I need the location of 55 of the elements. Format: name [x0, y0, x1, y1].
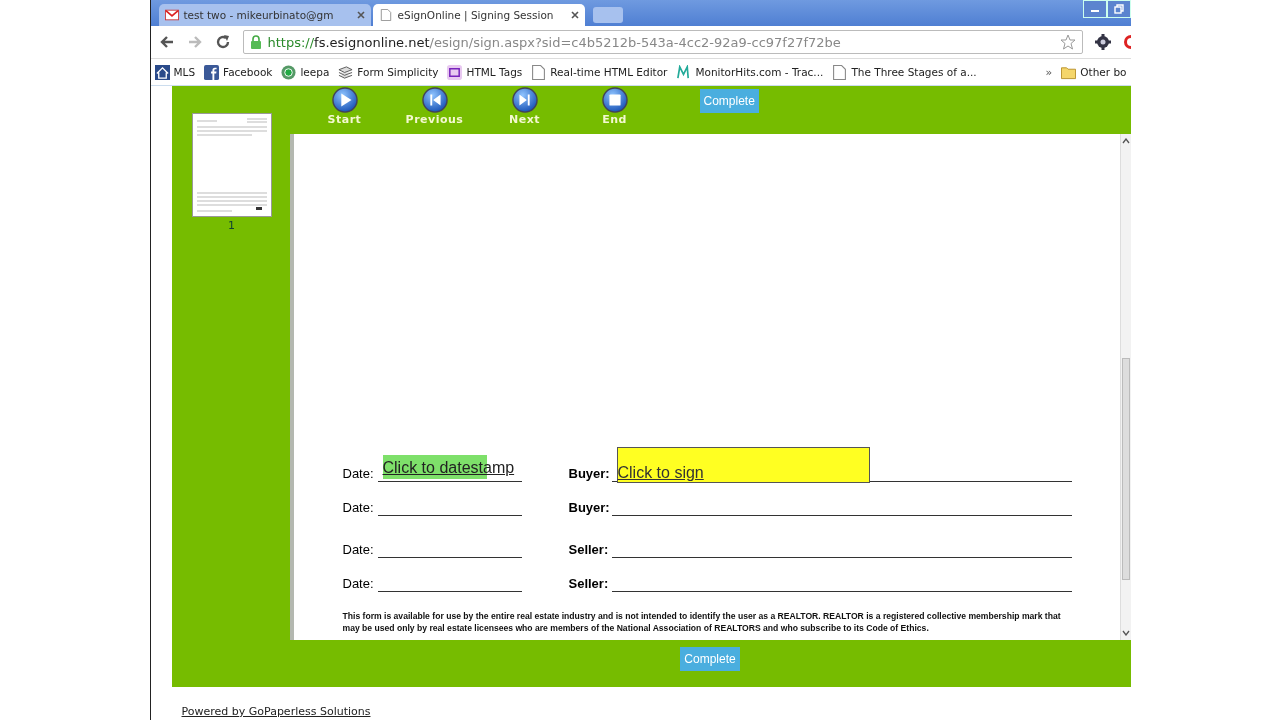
field-label: Seller:: [568, 576, 610, 592]
m-logo-icon: [676, 64, 692, 80]
minimize-button[interactable]: [1082, 0, 1107, 18]
bookmark[interactable]: Form Simplicity: [338, 64, 439, 80]
page-number: 1: [228, 219, 235, 232]
bookmark[interactable]: MLS: [154, 64, 196, 80]
browser-tab[interactable]: eSignOnline | Signing Session: [372, 4, 585, 26]
disclaimer-text: This form is available for use by the entire real estate industry and is not intended to identify the user as a REALTOR. REALTOR is a registered collective membership mark that may be used only by real estate licensees who are members of the National Association of REALTORS and who subscribe to its Code of Ethics.: [342, 610, 1062, 634]
papers-icon: [338, 64, 354, 80]
browser-tab[interactable]: test two - mikeurbinato@gm: [158, 4, 371, 26]
scroll-up-icon[interactable]: [1121, 138, 1130, 144]
bookmark[interactable]: leepa: [281, 64, 330, 80]
folder-icon: [1061, 64, 1077, 80]
restore-icon: [1113, 4, 1124, 14]
skip-forward-icon: [511, 87, 538, 113]
globe-icon: [281, 64, 297, 80]
lock-icon: [249, 35, 262, 49]
star-icon[interactable]: [1059, 34, 1076, 50]
skip-back-icon: [421, 87, 448, 113]
bookmark-folder[interactable]: Other bo: [1061, 64, 1127, 80]
page-icon: [378, 9, 393, 21]
bookmark[interactable]: Real-time HTML Editor: [531, 64, 668, 80]
bookmark[interactable]: MonitorHits.com - Trac...: [676, 64, 824, 80]
close-icon[interactable]: [570, 11, 579, 19]
page-icon: [531, 64, 547, 80]
play-icon: [331, 87, 358, 113]
powered-by-link[interactable]: Powered by GoPaperless Solutions: [181, 705, 371, 720]
field-label: Date:: [342, 500, 375, 516]
mail-icon: [164, 9, 179, 21]
stop-icon: [601, 87, 628, 113]
field-label: Date:: [342, 466, 375, 482]
tag-icon: [447, 64, 463, 80]
bookmark[interactable]: The Three Stages of a...: [832, 64, 977, 80]
page-icon: [832, 64, 848, 80]
more-bookmarks-button[interactable]: »: [1045, 65, 1053, 79]
scrollbar[interactable]: [1119, 134, 1131, 640]
settings-icon[interactable]: [1094, 34, 1111, 50]
page-thumbnail[interactable]: [191, 113, 272, 217]
reload-icon[interactable]: [214, 34, 231, 50]
address-bar[interactable]: https://fs.esignonline.net/esign/sign.aspx?sid=c4b5212b-543a-4cc2-92a9-cc97f27f72be: [242, 30, 1083, 54]
field-label: Buyer:: [568, 500, 611, 516]
signature-field[interactable]: Click to sign: [616, 447, 870, 483]
facebook-icon: [204, 64, 220, 80]
stop-sign-icon[interactable]: [1122, 34, 1131, 50]
restore-button[interactable]: [1106, 0, 1131, 18]
bookmark[interactable]: Facebook: [204, 64, 273, 80]
scroll-down-icon[interactable]: [1121, 630, 1130, 636]
back-icon[interactable]: [158, 34, 175, 50]
house-icon: [154, 64, 170, 80]
field-label: Buyer:: [568, 466, 611, 482]
field-label: Seller:: [568, 542, 610, 558]
bookmark[interactable]: HTML Tags: [447, 64, 523, 80]
field-label: Date:: [342, 542, 375, 558]
close-icon[interactable]: [356, 11, 365, 19]
field-label: Date:: [342, 576, 375, 592]
